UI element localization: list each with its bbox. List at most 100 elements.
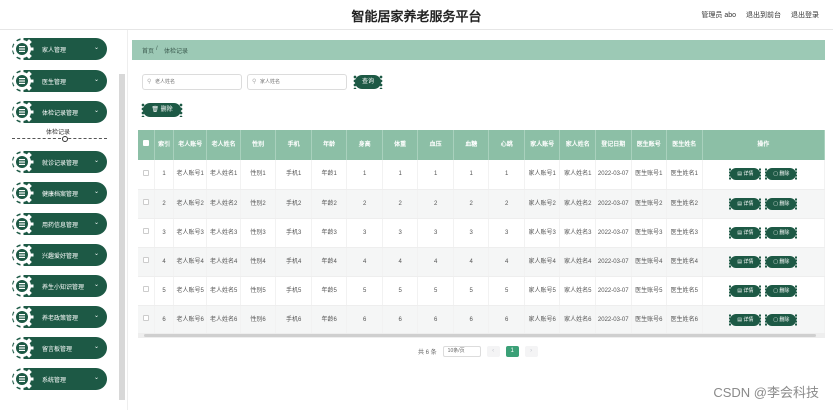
row-checkbox[interactable] xyxy=(143,228,150,234)
next-page-button[interactable]: › xyxy=(524,345,538,357)
breadcrumb-home[interactable]: 首页 xyxy=(142,46,154,55)
sidebar-item-label: 健康档案管理 xyxy=(42,192,79,198)
sidebar-item-label: 留言板管理 xyxy=(42,347,73,353)
detail-button[interactable]: ▤ 详情 xyxy=(728,284,763,297)
table-row: 5 老人账号5 老人姓名5 性别5 手机5 年龄5 5 5 5 5 5 家人账号5 家人姓名5 2022-… xyxy=(138,276,825,306)
table-cell: 医生姓名4 xyxy=(666,247,703,277)
row-delete-label: 删除 xyxy=(779,200,790,207)
select-all-cell[interactable] xyxy=(138,130,156,160)
sidebar-item-label: 系统管理 xyxy=(42,378,67,384)
sidebar-item-system[interactable]: 系统管理 ⌄ xyxy=(10,367,107,391)
row-select-cell[interactable] xyxy=(138,305,156,334)
query-button[interactable]: 查询 xyxy=(353,75,383,89)
sidebar-item-policy[interactable]: 养老政策管理 ⌄ xyxy=(10,305,107,329)
sidebar-item-visit[interactable]: 就诊记录管理 ⌄ xyxy=(10,150,107,174)
detail-button[interactable]: ▤ 详情 xyxy=(728,226,763,239)
table-cell: 医生账号3 xyxy=(631,218,668,248)
breadcrumb-current: 体检记录 xyxy=(164,49,189,55)
table-cell: 3 xyxy=(453,218,490,248)
table-cell: 1 xyxy=(382,160,419,190)
table-cell: 6 xyxy=(154,305,174,334)
table-cell: 家人账号3 xyxy=(524,218,561,248)
table-cell: 手机4 xyxy=(275,247,312,277)
row-delete-button[interactable]: ▢ 删除 xyxy=(764,168,799,181)
select-all-checkbox[interactable] xyxy=(143,140,150,146)
family-name-input[interactable] xyxy=(260,77,344,87)
breadcrumb-separator: / xyxy=(156,46,158,52)
sidebar-item-checkup[interactable]: 体检记录管理 ⌄ xyxy=(10,100,107,124)
elder-name-search[interactable]: ⚲ xyxy=(142,74,242,90)
pagination: 共 6 条 10条/页 ‹ 1 › xyxy=(418,345,538,357)
sidebar-item-medication[interactable]: 用药信息管理 ⌄ xyxy=(10,212,107,236)
sidebar-item-health-file[interactable]: 健康档案管理 ⌄ xyxy=(10,181,107,205)
table-cell: 2022-03-07 xyxy=(595,160,632,190)
table-cell: 家人姓名3 xyxy=(559,218,596,248)
top-right-links: 管理员 abo 退出到前台 退出登录 xyxy=(701,10,819,20)
detail-button[interactable]: ▤ 详情 xyxy=(728,168,763,181)
row-delete-button[interactable]: ▢ 删除 xyxy=(764,284,799,297)
sidebar-item-message-board[interactable]: 留言板管理 ⌄ xyxy=(10,336,107,360)
row-delete-button[interactable]: ▢ 删除 xyxy=(764,255,799,268)
sidebar-item-family[interactable]: 家人管理 ⌄ xyxy=(10,37,107,61)
prev-page-button[interactable]: ‹ xyxy=(486,345,500,357)
row-select-cell[interactable] xyxy=(138,247,156,277)
table-cell: 医生姓名1 xyxy=(666,160,703,190)
table-cell: 4 xyxy=(488,247,525,277)
table-cell: 家人账号6 xyxy=(524,305,561,334)
submenu-item-checkup-record[interactable]: 体检记录 xyxy=(12,125,107,139)
detail-label: 详情 xyxy=(743,316,754,323)
logout-link[interactable]: 退出登录 xyxy=(791,10,819,20)
table-cell: 性别6 xyxy=(240,305,277,334)
scrollbar-thumb[interactable] xyxy=(144,334,816,337)
row-checkbox[interactable] xyxy=(143,257,150,263)
table-horizontal-scrollbar[interactable] xyxy=(138,333,825,338)
row-select-cell[interactable] xyxy=(138,276,156,306)
back-to-front-link[interactable]: 退出到前台 xyxy=(746,10,781,20)
sidebar-item-doctor[interactable]: 医生管理 ⌄ xyxy=(10,69,107,93)
elder-name-input[interactable] xyxy=(155,77,239,87)
total-count: 共 6 条 xyxy=(418,349,437,356)
row-select-cell[interactable] xyxy=(138,160,156,190)
family-name-search[interactable]: ⚲ xyxy=(247,74,347,90)
batch-delete-button[interactable]: 🗑 删除 xyxy=(141,103,183,117)
table-cell: 老人姓名1 xyxy=(206,160,241,190)
table-cell: 老人账号2 xyxy=(173,189,208,219)
sidebar-item-hobby[interactable]: 兴趣爱好管理 ⌄ xyxy=(10,243,107,267)
detail-label: 详情 xyxy=(743,229,754,236)
table-cell: 老人账号5 xyxy=(173,276,208,306)
chevron-down-icon: ⌄ xyxy=(93,344,99,350)
table-cell: 年龄6 xyxy=(311,305,348,334)
table-cell: 手机3 xyxy=(275,218,312,248)
detail-button[interactable]: ▤ 详情 xyxy=(728,313,763,326)
table-cell: 手机2 xyxy=(275,189,312,219)
row-checkbox[interactable] xyxy=(143,169,150,176)
table-cell: 医生账号1 xyxy=(631,160,668,190)
table-cell: 老人账号1 xyxy=(173,160,208,190)
row-checkbox[interactable] xyxy=(143,286,150,292)
gear-icon xyxy=(10,305,34,329)
row-checkbox[interactable] xyxy=(143,199,150,205)
row-delete-button[interactable]: ▢ 删除 xyxy=(764,226,799,239)
column-header: 家人姓名 xyxy=(559,130,596,160)
detail-button[interactable]: ▤ 详情 xyxy=(728,197,763,210)
sidebar-item-wellness-tips[interactable]: 养生小知识管理 ⌄ xyxy=(10,274,107,298)
detail-label: 详情 xyxy=(743,287,754,294)
detail-button[interactable]: ▤ 详情 xyxy=(728,255,763,268)
page-1-button[interactable]: 1 xyxy=(505,345,519,357)
row-select-cell[interactable] xyxy=(138,189,156,219)
table-cell: 1 xyxy=(488,160,525,190)
row-select-cell[interactable] xyxy=(138,218,156,248)
detail-label: 详情 xyxy=(743,171,754,178)
row-delete-button[interactable]: ▢ 删除 xyxy=(764,313,799,326)
row-delete-button[interactable]: ▢ 删除 xyxy=(764,197,799,210)
column-header: 心跳 xyxy=(488,130,525,160)
table-cell: 性别1 xyxy=(240,160,277,190)
checkup-records-table: 索引 老人账号 老人姓名 性别 手机 年龄 身高 体重 血压 血糖 心跳 家人账号 家人姓名 登记日期 医生… xyxy=(138,130,825,334)
sidebar-scrollbar[interactable] xyxy=(119,74,125,400)
row-checkbox[interactable] xyxy=(143,315,150,321)
table-cell: 2022-03-07 xyxy=(595,276,632,306)
table-cell: 6 xyxy=(453,305,490,334)
table-cell: 手机6 xyxy=(275,305,312,334)
sidebar-item-label: 体检记录管理 xyxy=(42,111,79,117)
page-size-select[interactable]: 10条/页 xyxy=(442,345,481,357)
